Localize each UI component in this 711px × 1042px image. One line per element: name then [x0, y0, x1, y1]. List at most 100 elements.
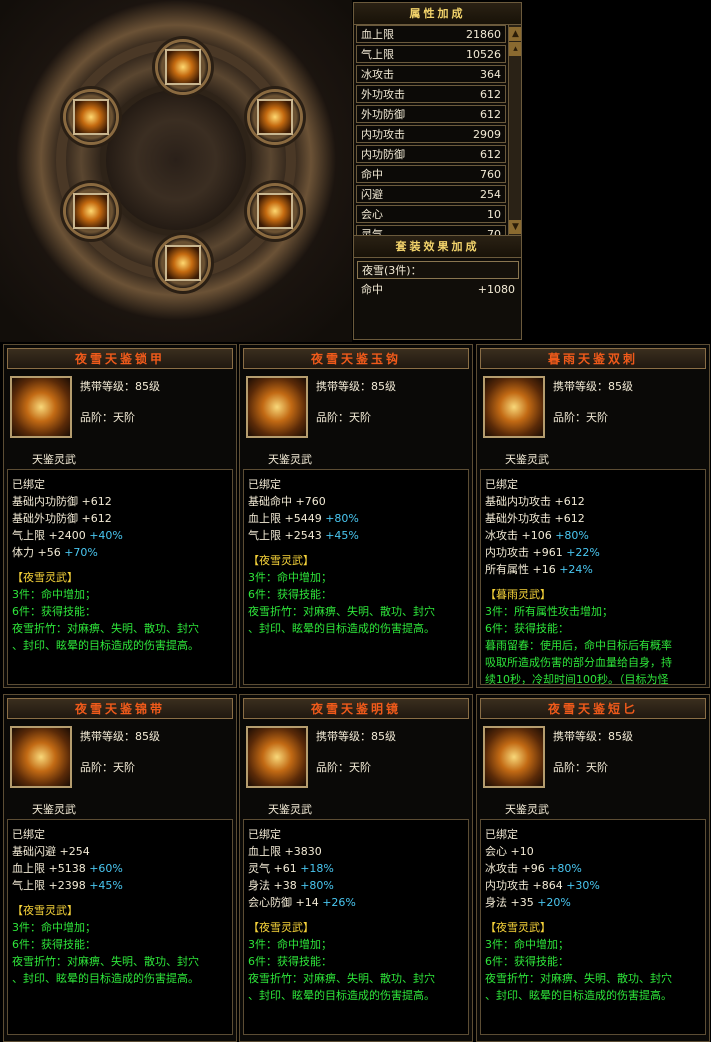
- mirror-icon: [73, 99, 109, 135]
- stat-text: 基础外功防御 +612: [12, 512, 112, 525]
- set-line: 6件：获得技能：: [248, 955, 332, 968]
- scroll-down-icon[interactable]: ▼: [509, 220, 521, 234]
- stat-text: 基础闪避 +254: [12, 845, 90, 858]
- slot-bottom-belt[interactable]: [158, 238, 208, 288]
- bound-status: 已绑定: [248, 478, 281, 491]
- item-grade: 品阶：天阶: [316, 411, 371, 424]
- attribute-value: 612: [480, 88, 501, 101]
- item-stat: 体力 +56 +70%: [12, 544, 228, 561]
- stat-bonus: +70%: [60, 546, 98, 559]
- stat-bonus: +80%: [321, 512, 359, 525]
- slot-top-weapon[interactable]: [158, 42, 208, 92]
- slot-right-lower[interactable]: [250, 186, 300, 236]
- set-line: 6件：获得技能：: [12, 938, 96, 951]
- item-stat: 气上限 +2398 +45%: [12, 877, 228, 894]
- item-stat: 气上限 +2543 +45%: [248, 527, 464, 544]
- item-detail-box: 已绑定基础命中 +760 血上限 +5449 +80% 气上限 +2543 +45%…: [243, 469, 469, 685]
- attribute-value: 10526: [466, 48, 501, 61]
- stat-text: 血上限 +5449: [248, 512, 322, 525]
- stat-bonus: +45%: [85, 879, 123, 892]
- set-name: 夜雪(3件)：: [357, 261, 519, 279]
- attribute-value: 2909: [473, 128, 501, 141]
- attribute-label: 内功防御: [361, 148, 405, 161]
- set-title: 【夜雪灵武】: [248, 554, 314, 567]
- item-stat: 基础外功防御 +612: [12, 510, 228, 527]
- ring-inner: [100, 84, 252, 236]
- stat-text: 气上限 +2543: [248, 529, 322, 542]
- attribute-label: 内功攻击: [361, 128, 405, 141]
- item-card[interactable]: 夜雪天鉴短匕 携带等级：85级 品阶：天阶 天鉴灵武 已绑定 会心 +10 冰攻击 +96 …: [476, 694, 710, 1042]
- stat-bonus: +20%: [533, 896, 571, 909]
- attribute-value: 254: [480, 188, 501, 201]
- item-grade: 品阶：天阶: [80, 761, 135, 774]
- item-card[interactable]: 夜雪天鉴明镜 携带等级：85级 品阶：天阶 天鉴灵武 已绑定 血上限 +3830 灵气 +6…: [239, 694, 473, 1042]
- attribute-row: 会心 10: [356, 205, 506, 223]
- slot-left-upper[interactable]: [66, 92, 116, 142]
- stat-text: 所有属性 +16: [485, 563, 556, 576]
- scroll-up-icon[interactable]: ▴: [509, 42, 521, 56]
- attribute-row: 外功防御 612: [356, 105, 506, 123]
- set-line: 续10秒，冷却时间100秒。（目标为怪: [485, 673, 669, 685]
- item-stat: 基础命中 +760: [248, 493, 464, 510]
- stat-text: 气上限 +2400: [12, 529, 86, 542]
- set-line: 夜雪折竹：对麻痹、失明、散功、封穴: [248, 972, 435, 985]
- set-line: 、封印、眩晕的目标造成的伤害提高。: [248, 622, 435, 635]
- item-grade: 品阶：天阶: [553, 761, 608, 774]
- item-stat: 身法 +35 +20%: [485, 894, 701, 911]
- stat-text: 血上限 +5138: [12, 862, 86, 875]
- set-line: 3件：所有属性攻击增加；: [485, 605, 613, 618]
- set-line: 、封印、眩晕的目标造成的伤害提高。: [485, 989, 672, 1002]
- equipment-view: 属性加成 血上限 21860 气上限 10526 冰攻击 364 外功攻击 612 外功防御 61…: [0, 0, 711, 342]
- attribute-value: 760: [480, 168, 501, 181]
- stat-text: 会心 +10: [485, 845, 534, 858]
- attribute-value: 612: [480, 108, 501, 121]
- set-bonus-label: 命中: [361, 283, 383, 296]
- attribute-label: 闪避: [361, 188, 383, 201]
- bound-status: 已绑定: [12, 478, 45, 491]
- scroll-top-icon[interactable]: ▲: [509, 27, 521, 41]
- item-card[interactable]: 夜雪天鉴锦带 携带等级：85级 品阶：天阶 天鉴灵武 已绑定 基础闪避 +254 血上限 +…: [3, 694, 237, 1042]
- item-card[interactable]: 夜雪天鉴玉钩 携带等级：85级 品阶：天阶 天鉴灵武 已绑定 基础命中 +760 血上限 +…: [239, 344, 473, 688]
- armor-icon: [257, 99, 293, 135]
- stat-text: 基础内功防御 +612: [12, 495, 112, 508]
- set-line: 6件：获得技能：: [248, 588, 332, 601]
- slot-right-upper[interactable]: [250, 92, 300, 142]
- item-level: 携带等级：85级: [80, 730, 160, 743]
- set-line: 3件：命中增加；: [248, 938, 332, 951]
- set-line: 6件：获得技能：: [12, 605, 96, 618]
- item-stat: 血上限 +5138 +60%: [12, 860, 228, 877]
- item-icon: [246, 726, 308, 788]
- attribute-label: 外功防御: [361, 108, 405, 121]
- attribute-row: 血上限 21860: [356, 25, 506, 43]
- set-title: 【夜雪灵武】: [12, 904, 78, 917]
- hook-icon: [257, 193, 293, 229]
- slot-left-lower[interactable]: [66, 186, 116, 236]
- item-grade: 品阶：天阶: [80, 411, 135, 424]
- item-card[interactable]: 夜雪天鉴锁甲 携带等级：85级 品阶：天阶 天鉴灵武 已绑定 基础内功防御 +612 基础外…: [3, 344, 237, 688]
- item-name: 夜雪天鉴明镜: [243, 698, 469, 719]
- set-bonus-row: 命中 +1080: [357, 281, 519, 299]
- set-line: 吸取所造成伤害的部分血量给自身，持: [485, 656, 672, 669]
- item-type-tag: 天鉴灵武: [505, 453, 549, 466]
- stat-bonus: +80%: [544, 862, 582, 875]
- set-line: 夜雪折竹：对麻痹、失明、散功、封穴: [248, 605, 435, 618]
- attribute-label: 气上限: [361, 48, 394, 61]
- item-level: 携带等级：85级: [316, 730, 396, 743]
- item-level: 携带等级：85级: [553, 380, 633, 393]
- attribute-row: 气上限 10526: [356, 45, 506, 63]
- item-stat: 会心 +10: [485, 843, 701, 860]
- stat-text: 内功攻击 +864: [485, 879, 563, 892]
- attribute-scrollbar[interactable]: ▲ ▴ ▼: [508, 25, 521, 235]
- stat-text: 基础内功攻击 +612: [485, 495, 585, 508]
- belt-icon: [165, 245, 201, 281]
- set-line: 、封印、眩晕的目标造成的伤害提高。: [248, 989, 435, 1002]
- item-level: 携带等级：85级: [553, 730, 633, 743]
- set-effect-title: 套装效果加成: [354, 236, 521, 258]
- item-icon: [483, 726, 545, 788]
- attribute-row: 命中 760: [356, 165, 506, 183]
- item-card[interactable]: 暮雨天鉴双刺 携带等级：85级 品阶：天阶 天鉴灵武 已绑定 基础内功攻击 +612 基础外…: [476, 344, 710, 688]
- item-icon: [246, 376, 308, 438]
- stat-text: 气上限 +2398: [12, 879, 86, 892]
- set-effect-panel: 套装效果加成 夜雪(3件)： 命中 +1080: [354, 235, 521, 339]
- set-title: 【夜雪灵武】: [485, 921, 551, 934]
